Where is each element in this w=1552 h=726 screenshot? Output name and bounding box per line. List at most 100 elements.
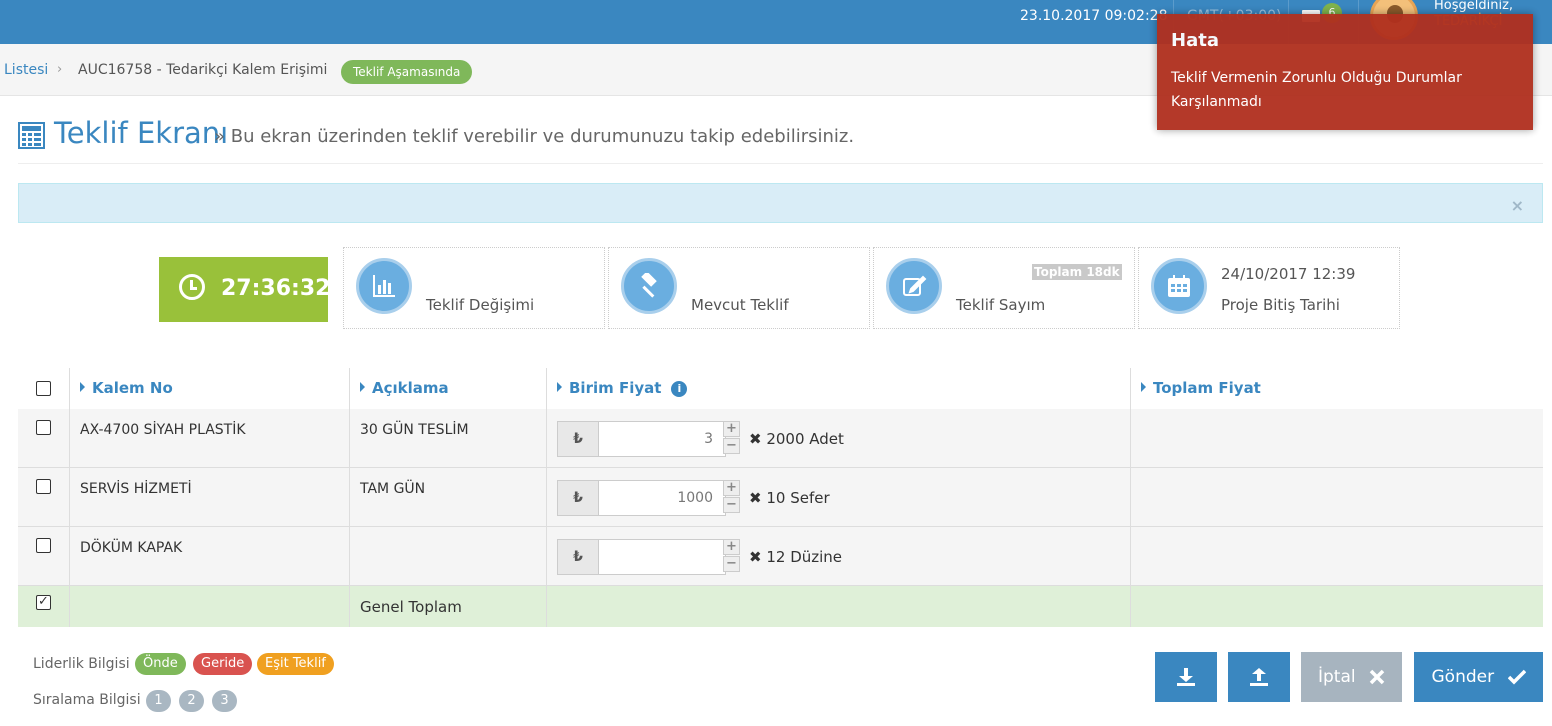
decrement-button[interactable]: − — [723, 438, 740, 454]
price-input[interactable]: 3 — [598, 421, 726, 457]
countdown-timer: 27:36:32 — [159, 257, 331, 322]
lira-icon: ₺ — [557, 421, 599, 457]
status-badge: Teklif Aşamasında — [341, 60, 473, 84]
grand-total-row: ✓ Genel Toplam — [18, 586, 1543, 627]
total-price-cell — [1130, 468, 1543, 526]
badge-equal: Eşit Teklif — [257, 653, 334, 675]
total-price-cell — [1130, 409, 1543, 467]
unit-price-cell: ₺ 3 + − ✖ 2000 Adet — [546, 409, 1130, 467]
header-unit-price[interactable]: Birim Fiyat i — [546, 368, 1130, 409]
bar-chart-icon — [356, 258, 412, 314]
grand-total-cell: Genel Toplam — [349, 586, 546, 627]
error-toast[interactable]: Hata Teklif Vermenin Zorunlu Olduğu Duru… — [1157, 14, 1533, 130]
increment-button[interactable]: + — [723, 539, 740, 555]
price-input[interactable] — [598, 539, 726, 575]
row-select: ✓ — [18, 586, 69, 627]
header-item-no[interactable]: Kalem No — [69, 368, 349, 409]
table-header: Kalem No Açıklama Birim Fiyat i Toplam Fi… — [18, 368, 1543, 409]
leadership-label: Liderlik Bilgisi — [33, 656, 130, 672]
quantity-label: ✖ 10 Sefer — [749, 489, 830, 507]
empty-cell — [69, 586, 349, 627]
row-select — [18, 409, 69, 467]
description-cell: TAM GÜN — [349, 468, 546, 526]
welcome-text: Hoşgeldiniz, — [1434, 0, 1514, 13]
upload-icon — [1250, 668, 1268, 686]
end-date-value: 24/10/2017 12:39 — [1221, 265, 1356, 283]
item-no-cell: DÖKÜM KAPAK — [69, 527, 349, 585]
rank-badge: 2 — [179, 690, 204, 712]
close-icon[interactable]: × — [1511, 196, 1524, 215]
current-bid-label: Mevcut Teklif — [691, 296, 789, 314]
quantity-label: ✖ 12 Düzine — [749, 548, 843, 566]
edit-icon — [886, 258, 942, 314]
total-price-cell — [1130, 527, 1543, 585]
header-unit-price-label[interactable]: Birim Fiyat — [569, 379, 661, 397]
increment-button[interactable]: + — [723, 421, 740, 437]
table-row: DÖKÜM KAPAK ₺ + − ✖ 12 Düzine — [18, 527, 1543, 586]
quantity-label: ✖ 2000 Adet — [749, 430, 844, 448]
item-no: DÖKÜM KAPAK — [80, 540, 183, 556]
current-datetime: 23.10.2017 09:02:28 — [1020, 8, 1168, 24]
badge-ahead: Önde — [135, 653, 186, 675]
calculator-icon — [18, 122, 45, 149]
item-no-cell: AX-4700 SİYAH PLASTİK — [69, 409, 349, 467]
page-title: Teklif Ekranı — [54, 116, 229, 150]
table-row: AX-4700 SİYAH PLASTİK 30 GÜN TESLİM ₺ 3 … — [18, 409, 1543, 468]
total-duration-tag: Toplam 18dk — [1032, 264, 1122, 280]
cancel-button[interactable]: İptal — [1301, 652, 1402, 702]
price-input-group: ₺ 3 + − — [557, 421, 741, 457]
row-checkbox[interactable] — [36, 479, 51, 494]
timer-value: 27:36:32 — [221, 276, 331, 301]
price-input[interactable]: 1000 — [598, 480, 726, 516]
decrement-button[interactable]: − — [723, 556, 740, 572]
calendar-icon — [1151, 258, 1207, 314]
total-checkbox-checked[interactable]: ✓ — [36, 595, 51, 610]
row-select — [18, 468, 69, 526]
ranking-label: Sıralama Bilgisi — [33, 692, 141, 708]
header-total-price[interactable]: Toplam Fiyat — [1130, 368, 1543, 409]
item-description: TAM GÜN — [360, 481, 426, 497]
badge-behind: Geride — [193, 653, 253, 675]
price-input-group: ₺ + − — [557, 539, 741, 575]
unit-price-cell: ₺ 1000 + − ✖ 10 Sefer — [546, 468, 1130, 526]
breadcrumb-separator: › — [57, 62, 63, 77]
stat-end-date: 24/10/2017 12:39 Proje Bitiş Tarihi — [1138, 247, 1400, 329]
gavel-icon — [621, 258, 677, 314]
select-all-checkbox[interactable] — [36, 381, 51, 396]
info-icon[interactable]: i — [671, 381, 688, 397]
item-no: SERVİS HİZMETİ — [80, 481, 192, 497]
send-button[interactable]: Gönder — [1414, 652, 1543, 702]
header-description[interactable]: Açıklama — [349, 368, 546, 409]
decrement-button[interactable]: − — [723, 497, 740, 513]
upload-button[interactable] — [1228, 652, 1290, 702]
stat-bid-count: Toplam 18dk Teklif Sayım — [873, 247, 1135, 329]
empty-cell — [546, 586, 1130, 627]
bid-count-label: Teklif Sayım — [956, 296, 1046, 314]
rank-badge: 3 — [212, 690, 237, 712]
stat-current-bid: Mevcut Teklif — [608, 247, 870, 329]
send-button-label: Gönder — [1431, 667, 1495, 687]
unit-price-cell: ₺ + − ✖ 12 Düzine — [546, 527, 1130, 585]
check-icon — [1507, 669, 1526, 685]
toast-title: Hata — [1171, 30, 1219, 51]
breadcrumb-link-list[interactable]: Listesi — [4, 62, 48, 78]
bid-change-label: Teklif Değişimi — [426, 296, 535, 314]
toast-message: Teklif Vermenin Zorunlu Olduğu Durumlar … — [1171, 70, 1462, 110]
download-button[interactable] — [1155, 652, 1217, 702]
header-item-no-label[interactable]: Kalem No — [80, 379, 173, 397]
page-subtitle: » Bu ekran üzerinden teklif verebilir ve… — [214, 126, 855, 147]
header-total-price-label[interactable]: Toplam Fiyat — [1141, 379, 1261, 397]
lira-icon: ₺ — [557, 480, 599, 516]
rank-badge: 1 — [146, 690, 171, 712]
row-checkbox[interactable] — [36, 538, 51, 553]
description-cell: 30 GÜN TESLİM — [349, 409, 546, 467]
increment-button[interactable]: + — [723, 480, 740, 496]
table-row: SERVİS HİZMETİ TAM GÜN ₺ 1000 + − ✖ 10 S… — [18, 468, 1543, 527]
item-no: AX-4700 SİYAH PLASTİK — [80, 422, 246, 438]
download-icon — [1177, 668, 1195, 686]
row-select — [18, 527, 69, 585]
header-description-label[interactable]: Açıklama — [360, 379, 449, 397]
close-icon — [1369, 669, 1385, 685]
row-checkbox[interactable] — [36, 420, 51, 435]
item-description: 30 GÜN TESLİM — [360, 422, 469, 438]
